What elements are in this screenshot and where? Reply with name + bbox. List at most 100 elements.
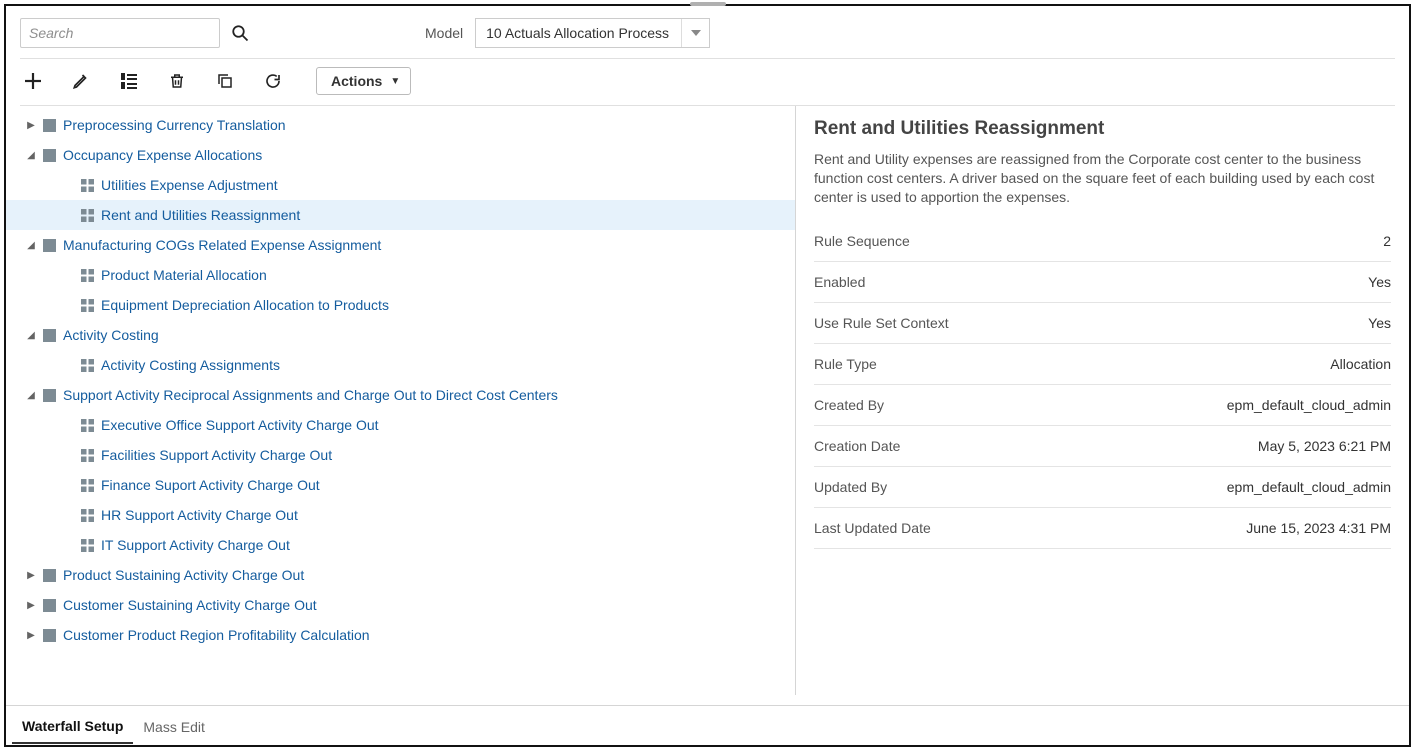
tree-node-label[interactable]: Support Activity Reciprocal Assignments … <box>63 387 558 403</box>
detail-field: Use Rule Set Context Yes <box>814 303 1391 344</box>
detail-field-value: Allocation <box>1330 356 1391 372</box>
ruleset-icon <box>42 628 57 643</box>
rule-icon <box>80 178 95 193</box>
refresh-button[interactable] <box>260 68 286 94</box>
drag-handle[interactable] <box>690 2 726 6</box>
tree-node-label[interactable]: Customer Sustaining Activity Charge Out <box>63 597 317 613</box>
expander-icon[interactable]: ▶ <box>24 570 38 581</box>
detail-field-label: Creation Date <box>814 438 900 454</box>
detail-field: Last Updated Date June 15, 2023 4:31 PM <box>814 508 1391 549</box>
ruleset-icon <box>42 118 57 133</box>
tree-row[interactable]: ▶ Customer Product Region Profitability C… <box>6 620 795 650</box>
expander-icon[interactable]: ◢ <box>24 240 38 251</box>
rule-icon <box>80 298 95 313</box>
tree-node-label[interactable]: Facilities Support Activity Charge Out <box>101 447 332 463</box>
plus-icon <box>24 72 42 90</box>
search-icon <box>231 24 249 42</box>
tree-node-label[interactable]: Finance Suport Activity Charge Out <box>101 477 320 493</box>
tree-node-label[interactable]: IT Support Activity Charge Out <box>101 537 290 553</box>
actions-menu-button[interactable]: Actions ▼ <box>316 67 411 95</box>
expander-icon[interactable]: ◢ <box>24 390 38 401</box>
edit-button[interactable] <box>68 68 94 94</box>
ruleset-icon <box>42 388 57 403</box>
search-input[interactable] <box>20 18 220 48</box>
app-frame: Model 10 Actuals Allocation Process <box>4 4 1411 747</box>
detail-field: Rule TypeAllocation <box>814 344 1391 385</box>
detail-field-value: June 15, 2023 4:31 PM <box>1246 520 1391 536</box>
detail-field-value: epm_default_cloud_admin <box>1227 397 1391 413</box>
tree-row[interactable]: ◢ Manufacturing COGs Related Expense Assi… <box>6 230 795 260</box>
expander-icon[interactable]: ▶ <box>24 120 38 131</box>
detail-field: Creation Date May 5, 2023 6:21 PM <box>814 426 1391 467</box>
tree-row[interactable]: ▶ Product Sustaining Activity Charge Out <box>6 560 795 590</box>
search-wrap <box>20 18 252 48</box>
tree-node-label[interactable]: Preprocessing Currency Translation <box>63 117 286 133</box>
detail-field-value: May 5, 2023 6:21 PM <box>1258 438 1391 454</box>
detail-field-label: Last Updated Date <box>814 520 931 536</box>
expander-icon[interactable]: ▶ <box>24 630 38 641</box>
model-select[interactable]: 10 Actuals Allocation Process <box>475 18 710 48</box>
bottom-tab[interactable]: Mass Edit <box>133 709 214 743</box>
tree-row[interactable]: Activity Costing Assignments <box>6 350 795 380</box>
tree-row[interactable]: Facilities Support Activity Charge Out <box>6 440 795 470</box>
tree-node-label[interactable]: Equipment Depreciation Allocation to Pro… <box>101 297 389 313</box>
tree-row[interactable]: ▶ Preprocessing Currency Translation <box>6 110 795 140</box>
delete-button[interactable] <box>164 68 190 94</box>
tree-node-label[interactable]: HR Support Activity Charge Out <box>101 507 298 523</box>
create-button[interactable] <box>20 68 46 94</box>
rule-icon <box>80 538 95 553</box>
expander-icon[interactable]: ◢ <box>24 150 38 161</box>
tree-node-label[interactable]: Rent and Utilities Reassignment <box>101 207 300 223</box>
detail-field-value: epm_default_cloud_admin <box>1227 479 1391 495</box>
tree-row[interactable]: Product Material Allocation <box>6 260 795 290</box>
bottom-tab[interactable]: Waterfall Setup <box>12 708 133 744</box>
main: ▶ Preprocessing Currency Translation ◢ Occu… <box>6 106 1409 695</box>
inspect-button[interactable] <box>116 68 142 94</box>
rule-icon <box>80 208 95 223</box>
details-field-list: Rule Sequence2EnabledYesUse Rule Set Con… <box>814 221 1391 549</box>
bottom-tabs: Waterfall SetupMass Edit <box>6 705 1409 745</box>
detail-field-label: Updated By <box>814 479 887 495</box>
search-button[interactable] <box>228 21 252 45</box>
tree-row[interactable]: IT Support Activity Charge Out <box>6 530 795 560</box>
tree-node-label[interactable]: Manufacturing COGs Related Expense Assig… <box>63 237 381 253</box>
expander-icon[interactable]: ▶ <box>24 600 38 611</box>
tree-node-label[interactable]: Utilities Expense Adjustment <box>101 177 278 193</box>
details-title: Rent and Utilities Reassignment <box>814 118 1391 140</box>
tree-row[interactable]: HR Support Activity Charge Out <box>6 500 795 530</box>
tree-node-label[interactable]: Customer Product Region Profitability Ca… <box>63 627 370 643</box>
tree-node-label[interactable]: Product Material Allocation <box>101 267 267 283</box>
tree-node-label[interactable]: Activity Costing Assignments <box>101 357 280 373</box>
detail-field: Rule Sequence2 <box>814 221 1391 262</box>
ruleset-icon <box>42 328 57 343</box>
rule-icon <box>80 508 95 523</box>
detail-field: EnabledYes <box>814 262 1391 303</box>
detail-field-value: Yes <box>1368 315 1391 331</box>
details-description: Rent and Utility expenses are reassigned… <box>814 150 1391 207</box>
refresh-icon <box>264 72 282 90</box>
tree-row[interactable]: ◢ Support Activity Reciprocal Assignments… <box>6 380 795 410</box>
tree-row[interactable]: Executive Office Support Activity Charge… <box>6 410 795 440</box>
tree-node-label[interactable]: Occupancy Expense Allocations <box>63 147 262 163</box>
tree-row[interactable]: Equipment Depreciation Allocation to Pro… <box>6 290 795 320</box>
tree-row[interactable]: Rent and Utilities Reassignment <box>6 200 795 230</box>
detail-field-label: Created By <box>814 397 884 413</box>
tree-row[interactable]: Finance Suport Activity Charge Out <box>6 470 795 500</box>
detail-field-label: Use Rule Set Context <box>814 315 949 331</box>
ruleset-icon <box>42 568 57 583</box>
tree-row[interactable]: ◢ Activity Costing <box>6 320 795 350</box>
tree-node-label[interactable]: Activity Costing <box>63 327 159 343</box>
copy-button[interactable] <box>212 68 238 94</box>
detail-field-value: Yes <box>1368 274 1391 290</box>
tree-row[interactable]: Utilities Expense Adjustment <box>6 170 795 200</box>
expander-icon[interactable]: ◢ <box>24 330 38 341</box>
rule-icon <box>80 418 95 433</box>
tree-row[interactable]: ▶ Customer Sustaining Activity Charge Out <box>6 590 795 620</box>
tree-node-label[interactable]: Product Sustaining Activity Charge Out <box>63 567 304 583</box>
detail-field: Updated By epm_default_cloud_admin <box>814 467 1391 508</box>
rules-tree: ▶ Preprocessing Currency Translation ◢ Occu… <box>6 106 796 695</box>
tree-node-label[interactable]: Executive Office Support Activity Charge… <box>101 417 379 433</box>
pencil-icon <box>72 72 90 90</box>
ruleset-icon <box>42 598 57 613</box>
tree-row[interactable]: ◢ Occupancy Expense Allocations <box>6 140 795 170</box>
